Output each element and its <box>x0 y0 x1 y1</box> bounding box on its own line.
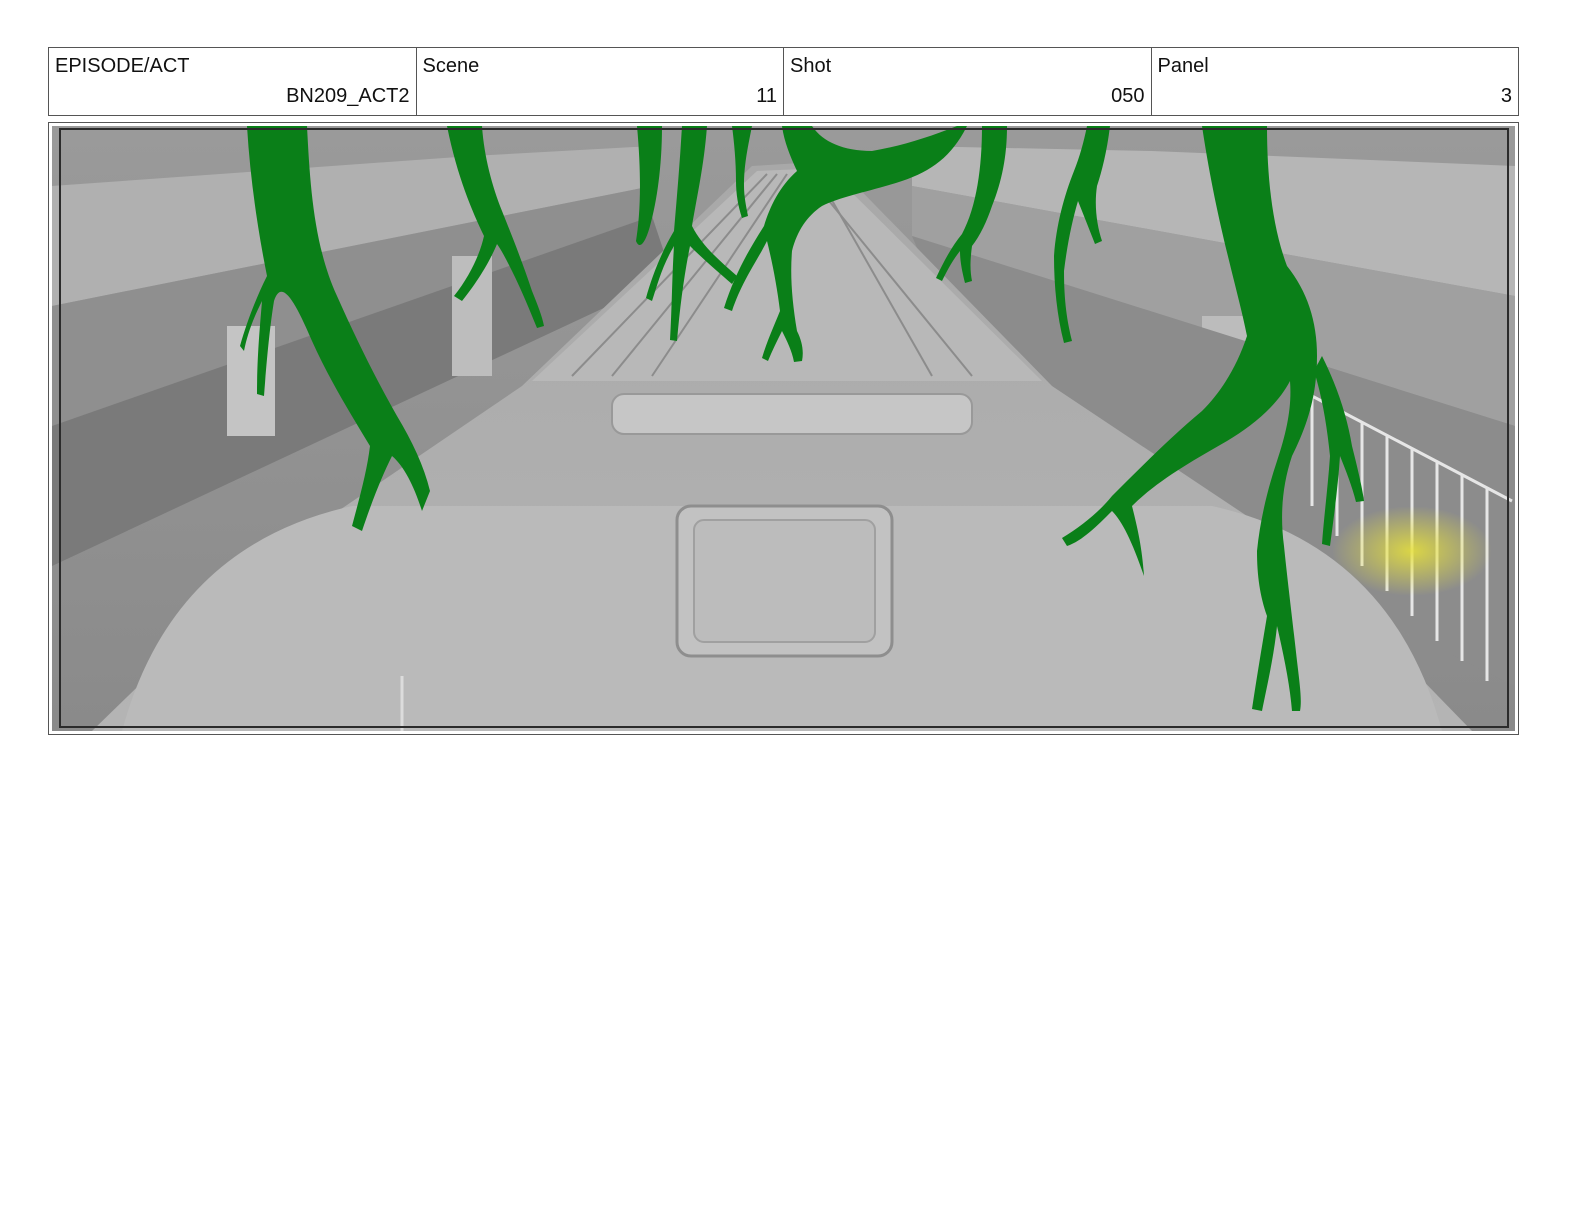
storyboard-panel <box>48 122 1519 735</box>
episode-cell: EPISODE/ACT BN209_ACT2 <box>49 48 417 115</box>
scene-value: 11 <box>756 85 777 107</box>
panel-label: Panel <box>1157 55 1209 77</box>
episode-value: BN209_ACT2 <box>286 85 410 107</box>
episode-label: EPISODE/ACT <box>55 55 190 77</box>
scene-label: Scene <box>422 55 480 77</box>
storyboard-header: EPISODE/ACT BN209_ACT2 Scene 11 Shot 050… <box>48 47 1519 116</box>
roof-hatch-inner <box>693 519 876 643</box>
shot-value: 050 <box>1111 85 1145 107</box>
shot-cell: Shot 050 <box>784 48 1152 115</box>
panel-artwork <box>52 126 1515 731</box>
panel-value: 3 <box>1500 85 1512 107</box>
shot-label: Shot <box>790 55 832 77</box>
scene-cell: Scene 11 <box>417 48 784 115</box>
roof-vent <box>611 393 973 435</box>
train-roof-scene <box>52 126 1515 731</box>
panel-cell: Panel 3 <box>1152 48 1519 115</box>
